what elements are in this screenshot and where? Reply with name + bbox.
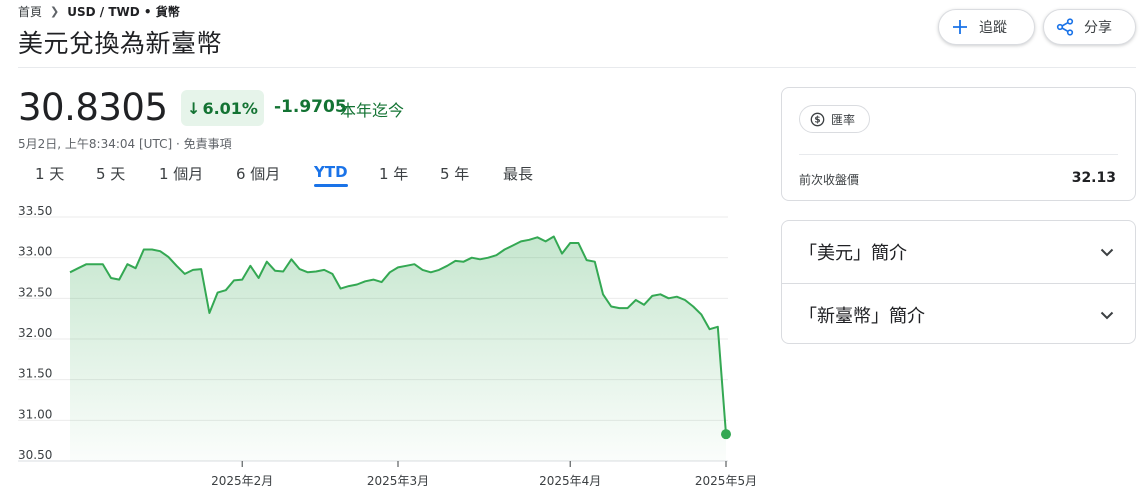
about-usd-row[interactable]: 「美元」簡介 <box>782 221 1135 283</box>
change-period: 本年迄今 <box>340 101 405 120</box>
stats-divider <box>799 154 1118 155</box>
y-tick-label: 31.00 <box>18 407 52 421</box>
chip-label: 匯率 <box>831 112 856 127</box>
header-divider <box>18 67 1136 68</box>
x-tick-label: 2025年2月 <box>211 474 273 488</box>
dollar-circle-icon: $ <box>810 112 825 126</box>
y-tick-label: 31.50 <box>18 367 52 381</box>
chevron-down-icon <box>1100 248 1114 257</box>
breadcrumb-home[interactable]: 首頁 <box>18 3 42 20</box>
y-tick-label: 32.50 <box>18 285 52 299</box>
x-tick-label: 2025年3月 <box>367 474 429 488</box>
price-chart-svg: 33.50 33.00 32.50 32.00 31.50 31.00 30.50 2025年… <box>18 205 757 488</box>
change-percent: 6.01% <box>202 98 258 118</box>
follow-button[interactable]: 追蹤 <box>938 9 1035 45</box>
header-actions: 追蹤 分享 <box>938 9 1136 45</box>
page-title: 美元兌換為新臺幣 <box>18 29 223 58</box>
tab-5-day[interactable]: 5 天 <box>96 163 125 184</box>
tab-1-year[interactable]: 1 年 <box>379 163 408 184</box>
share-button[interactable]: 分享 <box>1043 9 1136 45</box>
tab-1-day[interactable]: 1 天 <box>35 163 64 184</box>
about-twd-label: 「新臺幣」簡介 <box>799 305 925 327</box>
quote-timestamp: 5月2日, 上午8:34:04 [UTC] · 免責事項 <box>18 137 232 151</box>
breadcrumb-current: USD / TWD • 貨幣 <box>67 5 180 19</box>
arrow-down-icon: ↓ <box>187 98 201 118</box>
y-tick-label: 32.00 <box>18 326 52 340</box>
share-label: 分享 <box>1084 20 1112 36</box>
x-tick-label: 2025年4月 <box>539 474 601 488</box>
current-price: 30.8305 <box>18 86 168 129</box>
plus-icon <box>951 18 969 36</box>
y-tick-label: 30.50 <box>18 448 52 462</box>
about-usd-label: 「美元」簡介 <box>799 243 907 264</box>
disclaimer-link[interactable]: 免責事項 <box>184 137 232 151</box>
timestamp-text: 5月2日, 上午8:34:04 [UTC] <box>18 137 173 151</box>
prev-close-label: 前次收盤價 <box>799 173 860 187</box>
chevron-right-icon: ❯ <box>50 5 60 18</box>
last-price-dot <box>721 429 731 440</box>
about-twd-row[interactable]: 「新臺幣」簡介 <box>782 283 1135 345</box>
tab-ytd[interactable]: YTD <box>314 163 348 187</box>
stats-card: $ 匯率 前次收盤價 32.13 <box>781 87 1136 201</box>
about-card: 「美元」簡介 「新臺幣」簡介 <box>781 220 1136 344</box>
y-tick-label: 33.00 <box>18 245 52 259</box>
svg-text:$: $ <box>814 115 820 125</box>
y-tick-label: 33.50 <box>18 205 52 218</box>
x-tick-label: 2025年5月 <box>695 474 757 488</box>
exchange-rate-chip[interactable]: $ 匯率 <box>799 105 871 133</box>
breadcrumb: 首頁 ❯ USD / TWD • 貨幣 <box>18 3 180 20</box>
follow-label: 追蹤 <box>979 20 1007 36</box>
price-area <box>70 236 726 461</box>
tab-max[interactable]: 最長 <box>503 163 533 184</box>
tab-6-month[interactable]: 6 個月 <box>236 163 280 184</box>
price-chart[interactable]: 33.50 33.00 32.50 32.00 31.50 31.00 30.50 2025年… <box>18 205 758 502</box>
tab-5-year[interactable]: 5 年 <box>440 163 469 184</box>
prev-close-value: 32.13 <box>1071 170 1116 186</box>
share-icon <box>1056 18 1074 36</box>
change-percent-badge: ↓ 6.01% <box>181 90 264 126</box>
chevron-down-icon <box>1100 311 1114 319</box>
change-absolute: -1.9705 <box>274 97 347 117</box>
tab-1-month[interactable]: 1 個月 <box>159 163 203 184</box>
